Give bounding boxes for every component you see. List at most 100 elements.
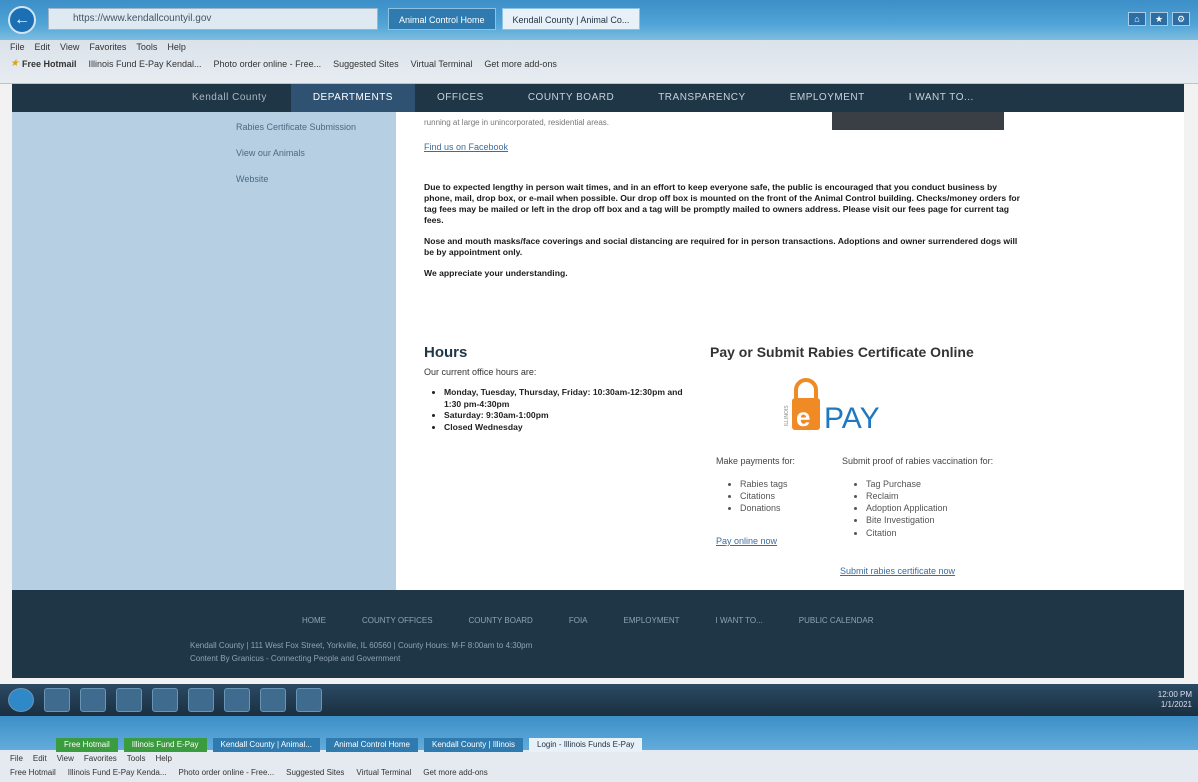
nav-county-board[interactable]: COUNTY BOARD	[506, 84, 636, 112]
epay-logo: ILLINOIS e PAY	[784, 378, 880, 434]
hours-section: Hours Our current office hours are: Mond…	[424, 344, 684, 433]
second-browser-window: Free Hotmail Illinois Fund E-Pay Kendall…	[0, 716, 1198, 782]
internet-explorer-icon[interactable]	[188, 688, 214, 712]
notice-paragraph: Due to expected lengthy in person wait t…	[424, 182, 1021, 225]
media-player-icon[interactable]	[80, 688, 106, 712]
submit-item: Bite Investigation	[866, 514, 993, 526]
favorite-item[interactable]: Suggested Sites	[333, 58, 399, 69]
county-brand-link[interactable]: Kendall County	[12, 84, 291, 112]
browser-tab-active[interactable]: Login - Illinois Funds E-Pay	[529, 738, 643, 752]
menu-file[interactable]: File	[10, 754, 23, 763]
menu-edit[interactable]: Edit	[33, 754, 47, 763]
menu-edit[interactable]: Edit	[35, 42, 51, 52]
facebook-link[interactable]: Find us on Facebook	[424, 142, 508, 152]
browser-tab-bar: ← https://www.kendallcountyil.gov Animal…	[0, 0, 1198, 40]
second-browser-tabs: Free Hotmail Illinois Fund E-Pay Kendall…	[56, 738, 643, 752]
submit-column: Submit proof of rabies vaccination for: …	[842, 456, 993, 539]
sidebar-item-website[interactable]: Website	[236, 174, 268, 184]
star-icon: ★	[10, 58, 19, 69]
hours-list: Monday, Tuesday, Thursday, Friday: 10:30…	[424, 387, 684, 433]
hours-intro: Our current office hours are:	[424, 367, 537, 377]
browser-tab[interactable]: Illinois Fund E-Pay	[123, 738, 207, 752]
menu-favorites[interactable]: Favorites	[89, 42, 126, 52]
excel-icon[interactable]	[152, 688, 178, 712]
favorite-item[interactable]: Illinois Fund E-Pay Kendal...	[88, 58, 201, 69]
browser-tab[interactable]: Kendall County | Illinois	[424, 738, 524, 752]
footer-credit: Content By Granicus - Connecting People …	[190, 653, 401, 663]
favorite-item[interactable]: Virtual Terminal	[411, 58, 473, 69]
menu-view[interactable]: View	[60, 42, 79, 52]
favorite-item[interactable]: Photo order online - Free...	[179, 768, 275, 777]
second-favorites-bar: Free Hotmail Illinois Fund E-Pay Kenda..…	[10, 768, 488, 777]
favorite-item[interactable]: Get more add-ons	[423, 768, 487, 777]
favorite-item[interactable]: Suggested Sites	[286, 768, 344, 777]
home-icon[interactable]: ⌂	[1128, 12, 1146, 26]
os-taskbar: 12:00 PM 1/1/2021	[0, 684, 1198, 716]
nav-employment[interactable]: EMPLOYMENT	[768, 84, 887, 112]
favorite-item[interactable]: Photo order online - Free...	[214, 58, 322, 69]
system-tray-clock[interactable]: 12:00 PM 1/1/2021	[1158, 690, 1192, 709]
nav-departments[interactable]: DEPARTMENTS	[290, 84, 415, 112]
submit-item: Adoption Application	[866, 502, 993, 514]
sidebar-item-rabies-submission[interactable]: Rabies Certificate Submission	[236, 122, 356, 132]
favorites-star-icon[interactable]: ★	[1150, 12, 1168, 26]
pay-online-link[interactable]: Pay online now	[716, 536, 777, 546]
gear-icon[interactable]: ⚙	[1172, 12, 1190, 26]
menu-help[interactable]: Help	[167, 42, 186, 52]
outlook-icon[interactable]	[224, 688, 250, 712]
nav-transparency[interactable]: TRANSPARENCY	[636, 84, 768, 112]
browser-tabs: Animal Control Home Kendall County | Ani…	[388, 8, 641, 30]
footer-link-employment[interactable]: EMPLOYMENT	[624, 616, 680, 625]
payment-item: Citations	[740, 490, 795, 502]
window-controls: ⌂ ★ ⚙	[1128, 12, 1190, 26]
start-button-icon[interactable]	[8, 688, 34, 712]
favorite-item[interactable]: Get more add-ons	[484, 58, 557, 69]
submit-certificate-link[interactable]: Submit rabies certificate now	[840, 566, 955, 576]
browser-tab[interactable]: Animal Control Home	[325, 738, 418, 752]
site-footer: HOME COUNTY OFFICES COUNTY BOARD FOIA EM…	[12, 590, 1184, 678]
submit-item: Tag Purchase	[866, 478, 993, 490]
footer-link-calendar[interactable]: PUBLIC CALENDAR	[799, 616, 874, 625]
browser-tab[interactable]: Kendall County | Animal...	[212, 738, 320, 752]
menu-tools[interactable]: Tools	[127, 754, 146, 763]
favorite-item[interactable]: Virtual Terminal	[356, 768, 411, 777]
menu-favorites[interactable]: Favorites	[84, 754, 117, 763]
favorite-item[interactable]: ★ Free Hotmail	[10, 58, 76, 69]
menu-file[interactable]: File	[10, 42, 25, 52]
payment-item: Rabies tags	[740, 478, 795, 490]
site-nav: Kendall County DEPARTMENTS OFFICES COUNT…	[12, 84, 1184, 112]
payments-column: Make payments for: Rabies tags Citations…	[716, 456, 795, 514]
notice-paragraph: Nose and mouth masks/face coverings and …	[424, 236, 1018, 257]
address-bar[interactable]: https://www.kendallcountyil.gov	[48, 8, 378, 30]
menu-view[interactable]: View	[57, 754, 74, 763]
browser-tab[interactable]: Free Hotmail	[56, 738, 118, 752]
footer-link-board[interactable]: COUNTY BOARD	[469, 616, 533, 625]
back-arrow-icon[interactable]: ←	[8, 6, 36, 34]
file-explorer-icon[interactable]	[44, 688, 70, 712]
app-icon[interactable]	[296, 688, 322, 712]
menu-bar: File Edit View Favorites Tools Help	[10, 42, 186, 52]
footer-address: Kendall County | 111 West Fox Street, Yo…	[190, 641, 533, 650]
submit-item: Citation	[866, 527, 993, 539]
payments-heading: Make payments for:	[716, 456, 796, 466]
browser-tab[interactable]: Animal Control Home	[388, 8, 496, 30]
clock-time: 12:00 PM	[1157, 690, 1192, 699]
footer-link-foia[interactable]: FOIA	[569, 616, 588, 625]
word-icon[interactable]	[260, 688, 286, 712]
favorite-item[interactable]: Illinois Fund E-Pay Kenda...	[68, 768, 167, 777]
nav-i-want-to[interactable]: I WANT TO...	[887, 84, 996, 112]
sidebar-item-view-animals[interactable]: View our Animals	[236, 148, 305, 158]
browser-tab-active[interactable]: Kendall County | Animal Co...	[501, 8, 641, 30]
footer-link-i-want-to[interactable]: I WANT TO...	[716, 616, 763, 625]
footer-link-home[interactable]: HOME	[302, 616, 326, 625]
menu-help[interactable]: Help	[155, 754, 171, 763]
hours-item: Monday, Tuesday, Thursday, Friday: 10:30…	[444, 387, 684, 410]
favorite-item[interactable]: Free Hotmail	[10, 768, 56, 777]
pay-section: Pay or Submit Rabies Certificate Online …	[710, 344, 1010, 576]
chrome-icon[interactable]	[116, 688, 142, 712]
footer-link-offices[interactable]: COUNTY OFFICES	[362, 616, 433, 625]
nav-offices[interactable]: OFFICES	[415, 84, 506, 112]
svg-text:e: e	[796, 402, 810, 432]
submit-list: Tag Purchase Reclaim Adoption Applicatio…	[842, 478, 993, 539]
menu-tools[interactable]: Tools	[136, 42, 157, 52]
